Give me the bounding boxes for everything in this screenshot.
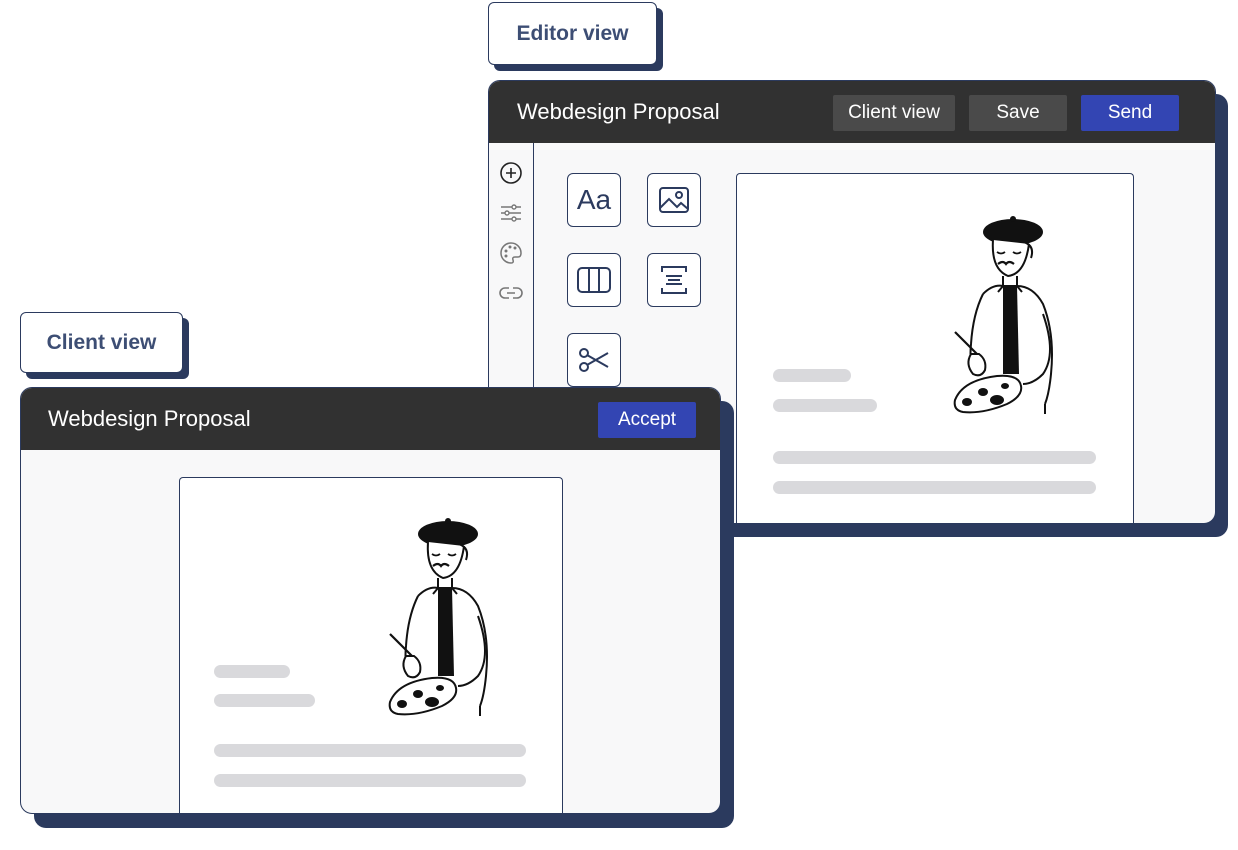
scissors-icon — [579, 348, 609, 372]
send-button[interactable]: Send — [1081, 95, 1179, 131]
text-tool-label: Aa — [576, 184, 612, 215]
text-placeholder-line — [773, 399, 877, 412]
text-placeholder-line — [214, 774, 526, 787]
spacer-icon — [661, 266, 687, 294]
client-document-card — [179, 477, 563, 813]
editor-view-label: Editor view — [488, 2, 657, 65]
client-titlebar: Webdesign Proposal Accept — [21, 388, 720, 450]
text-placeholder-line — [773, 369, 851, 382]
columns-icon — [577, 267, 611, 293]
image-icon — [659, 187, 689, 213]
editor-document-card — [736, 173, 1134, 523]
text-placeholder-line — [773, 451, 1096, 464]
editor-titlebar: Webdesign Proposal Client view Save Send — [489, 81, 1215, 143]
save-button[interactable]: Save — [969, 95, 1067, 131]
painter-illustration — [388, 516, 489, 718]
accept-button[interactable]: Accept — [598, 402, 696, 438]
text-placeholder-line — [214, 694, 315, 707]
client-view-button[interactable]: Client view — [833, 95, 955, 131]
add-circle-icon[interactable] — [499, 161, 523, 185]
text-tool[interactable]: Aa — [567, 173, 621, 227]
columns-tool[interactable] — [567, 253, 621, 307]
client-window: Webdesign Proposal Accept — [20, 387, 721, 814]
palette-icon[interactable] — [499, 241, 523, 265]
client-view-label: Client view — [20, 312, 183, 373]
text-placeholder-line — [214, 744, 526, 757]
link-icon[interactable] — [499, 281, 523, 305]
sliders-icon[interactable] — [499, 201, 523, 225]
client-title: Webdesign Proposal — [48, 406, 251, 431]
painter-illustration — [953, 214, 1054, 416]
editor-title: Webdesign Proposal — [517, 99, 720, 124]
text-placeholder-line — [773, 481, 1096, 494]
text-placeholder-line — [214, 665, 290, 678]
spacer-tool[interactable] — [647, 253, 701, 307]
image-tool[interactable] — [647, 173, 701, 227]
cut-tool[interactable] — [567, 333, 621, 387]
